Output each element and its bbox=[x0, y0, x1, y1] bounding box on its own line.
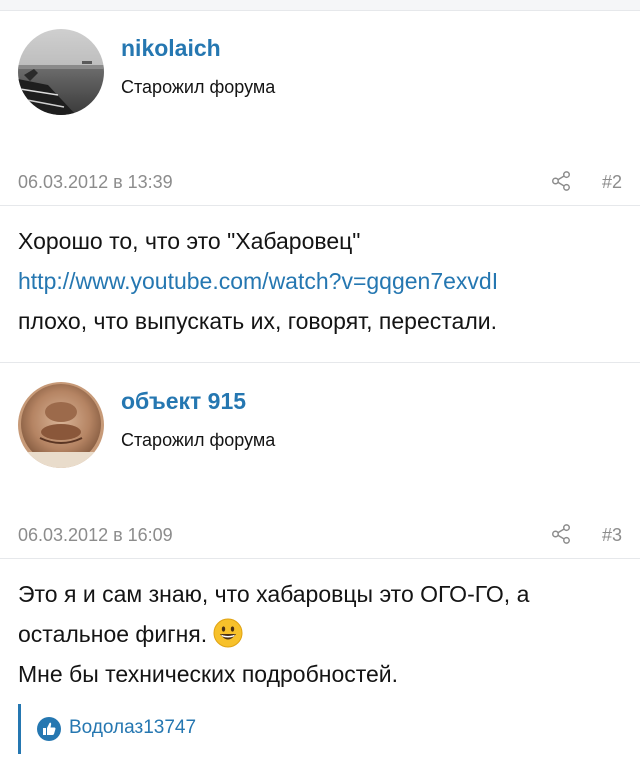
avatar[interactable] bbox=[18, 29, 104, 115]
user-title: Старожил форума bbox=[121, 430, 276, 450]
avatar[interactable] bbox=[18, 382, 104, 468]
username[interactable]: nikolaich bbox=[121, 35, 221, 62]
post-text: остальное фигня. bbox=[18, 621, 208, 647]
reactions-bar[interactable]: Водолаз13747 bbox=[18, 704, 625, 754]
post-text: Мне бы технических подробностей. bbox=[18, 661, 399, 687]
top-divider bbox=[0, 0, 640, 11]
post-text: плохо, что выпускать их, говорят, перест… bbox=[18, 308, 497, 334]
divider bbox=[0, 558, 640, 559]
post-text: Это я и сам знаю, что хабаровцы это ОГО-… bbox=[18, 581, 530, 607]
post-link[interactable]: http://www.youtube.com/watch?v=gqgen7exv… bbox=[18, 261, 622, 301]
username[interactable]: объект 915 bbox=[121, 388, 246, 415]
divider bbox=[0, 205, 640, 206]
post-date[interactable]: 06.03.2012 в 13:39 bbox=[18, 172, 173, 193]
post: nikolaich Старожил форума 06.03.2012 в 1… bbox=[0, 11, 640, 363]
post-body: Это я и сам знаю, что хабаровцы это ОГО-… bbox=[18, 574, 622, 694]
post-body: Хорошо то, что это "Хабаровец" http://ww… bbox=[18, 221, 622, 341]
post-date[interactable]: 06.03.2012 в 16:09 bbox=[18, 525, 173, 546]
post-number[interactable]: #2 bbox=[602, 172, 622, 193]
share-icon[interactable] bbox=[550, 523, 572, 545]
post-meta: 06.03.2012 в 13:39 #2 bbox=[18, 166, 622, 204]
post-number[interactable]: #3 bbox=[602, 525, 622, 546]
reaction-user-link[interactable]: Водолаз13747 bbox=[69, 717, 196, 739]
post-text: Хорошо то, что это "Хабаровец" bbox=[18, 228, 361, 254]
thumbs-up-icon bbox=[37, 717, 61, 741]
share-icon[interactable] bbox=[550, 170, 572, 192]
post-meta: 06.03.2012 в 16:09 #3 bbox=[18, 519, 622, 557]
user-title: Старожил форума bbox=[121, 77, 276, 97]
post: объект 915 Старожил форума 06.03.2012 в … bbox=[0, 362, 640, 759]
post-text-line: остальное фигня. bbox=[18, 614, 622, 654]
grinning-face-emoji bbox=[213, 618, 243, 648]
